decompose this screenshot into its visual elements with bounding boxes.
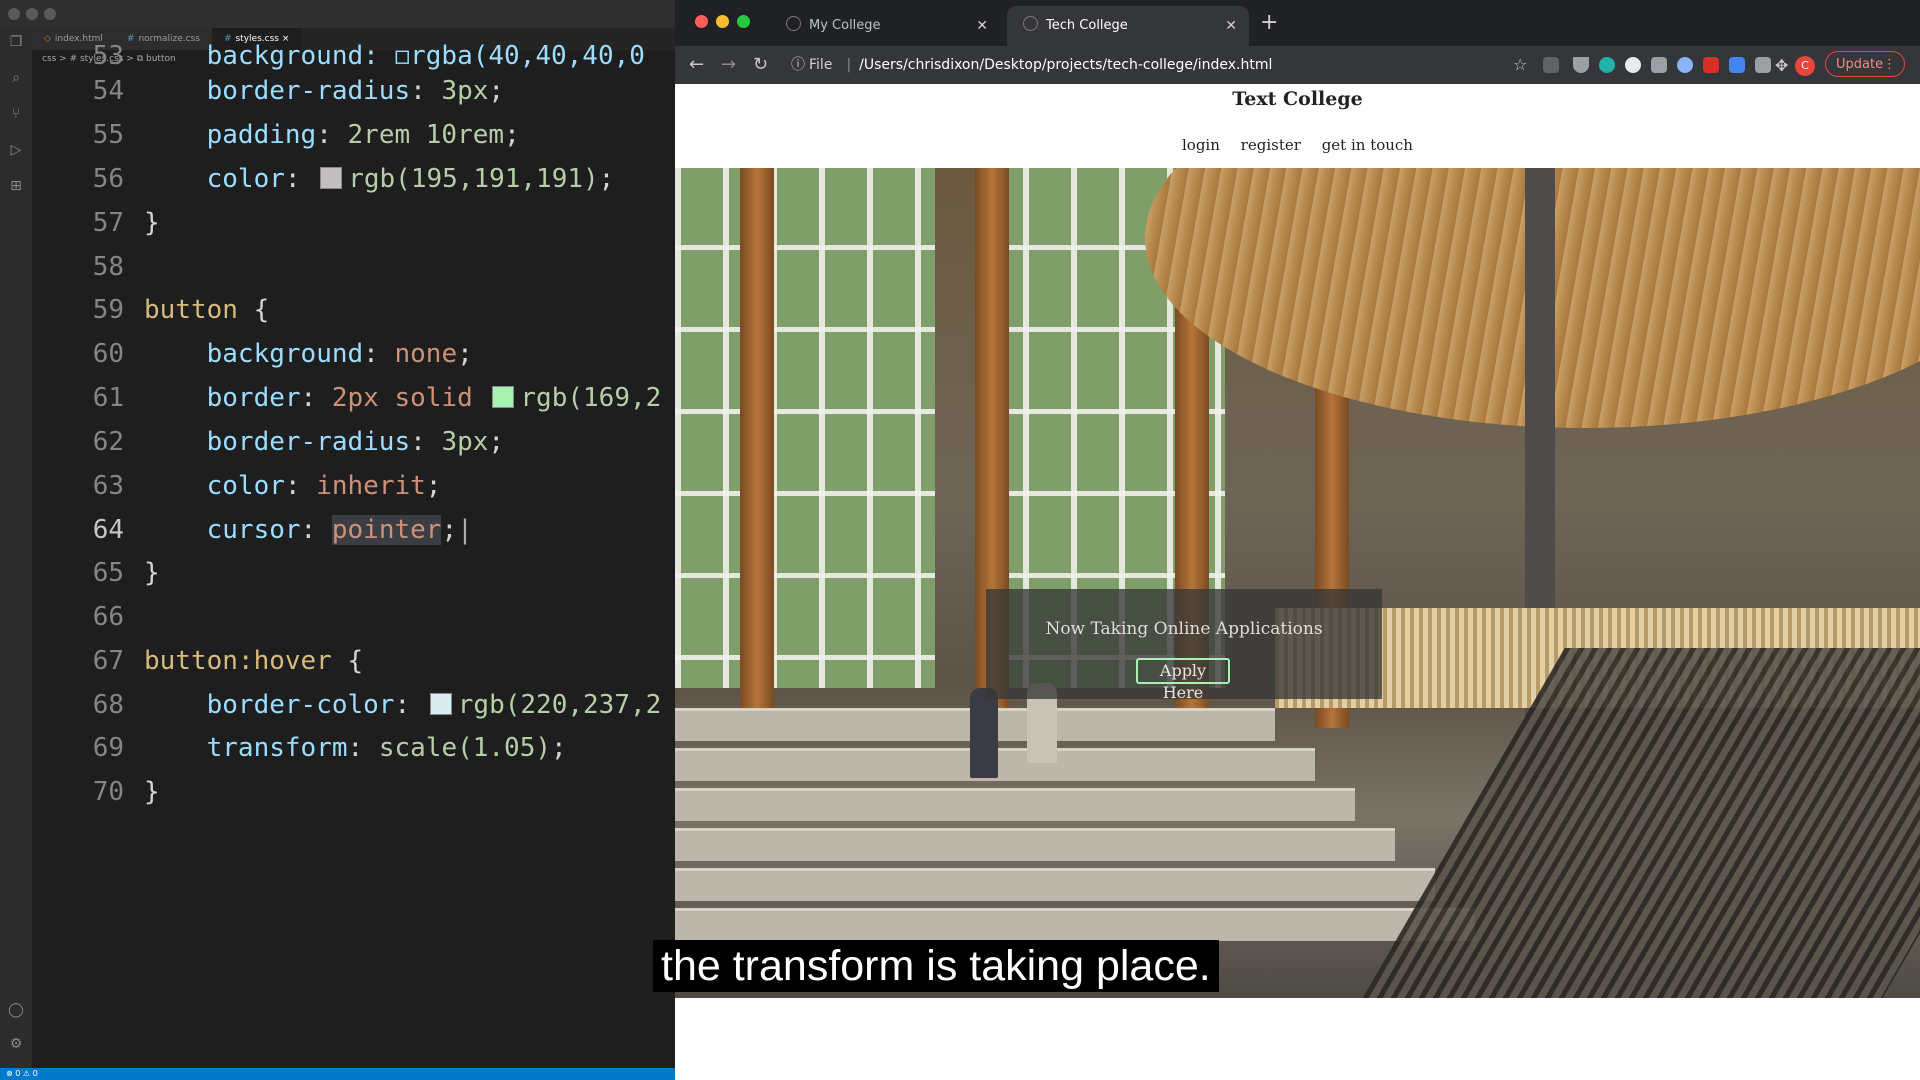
extensions-icon[interactable]: ⊞: [8, 178, 24, 194]
extensions-puzzle-icon[interactable]: ✥: [1775, 54, 1788, 78]
activity-bar: ❐ ⌕ ⑂ ▷ ⊞ ◯ ⚙: [0, 28, 32, 1068]
nav-link-register[interactable]: register: [1241, 136, 1301, 154]
editor-titlebar: [0, 0, 675, 28]
profile-avatar[interactable]: C: [1795, 56, 1815, 76]
search-icon[interactable]: ⌕: [8, 70, 24, 86]
new-tab-button[interactable]: +: [1260, 10, 1278, 35]
explorer-icon[interactable]: ❐: [8, 34, 24, 50]
extension-vue-icon[interactable]: [1573, 57, 1589, 73]
extension-teal-icon[interactable]: [1599, 57, 1615, 73]
code-line: 67 button:hover {: [92, 646, 364, 676]
code-line: 62 border-radius: 3px;: [92, 427, 505, 457]
extension-pen-icon[interactable]: [1543, 57, 1559, 73]
hero-windows: [675, 168, 935, 688]
code-line: 59 button {: [92, 295, 270, 325]
status-bar[interactable]: ⊗ 0 ⚠ 0: [0, 1068, 675, 1080]
editor-close-button[interactable]: [8, 8, 20, 20]
browser-tabstrip: My College ✕ Tech College ✕ +: [675, 0, 1920, 46]
tab-my-college[interactable]: My College ✕: [770, 6, 1000, 46]
video-caption: the transform is taking place.: [653, 940, 1219, 992]
menu-dots-icon[interactable]: ⋮: [1883, 52, 1896, 78]
browser-window: My College ✕ Tech College ✕ + ← → ↻ ⓘ File |…: [675, 0, 1920, 1080]
hero-step: [675, 868, 1435, 901]
info-icon[interactable]: ⓘ: [791, 57, 805, 73]
forward-arrow-icon[interactable]: →: [721, 53, 736, 77]
code-line: 56 color: rgb(195,191,191);: [92, 164, 615, 194]
code-line: 63 color: inherit;: [92, 471, 442, 501]
hero-image: Now Taking Online Applications Apply Her…: [675, 168, 1920, 998]
extension-screen-icon[interactable]: [1729, 57, 1745, 73]
code-line: 66: [92, 602, 124, 632]
editor-maximize-button[interactable]: [44, 8, 56, 20]
close-window-button[interactable]: [695, 15, 708, 28]
hero-tagline: Now Taking Online Applications: [1045, 619, 1323, 639]
hero-pillar: [740, 168, 774, 728]
hero-step: [675, 828, 1395, 861]
site-title: Text College: [1232, 88, 1363, 110]
code-line: 70}: [92, 777, 160, 807]
account-icon[interactable]: ◯: [8, 1002, 24, 1018]
extension-blue-icon[interactable]: [1677, 57, 1693, 73]
hero-step: [675, 788, 1355, 821]
code-area[interactable]: 53 background: ◻rgba(40,40,40,0 54 borde…: [32, 41, 675, 1060]
code-line-current: 64 cursor: pointer;|: [92, 515, 473, 545]
editor-minimize-button[interactable]: [26, 8, 38, 20]
settings-gear-icon[interactable]: ⚙: [8, 1036, 24, 1052]
hero-overlay: Now Taking Online Applications Apply Her…: [986, 589, 1382, 702]
code-line: 60 background: none;: [92, 339, 473, 369]
update-button[interactable]: Update ⋮: [1825, 51, 1905, 77]
extension-doc-icon[interactable]: [1755, 57, 1771, 73]
tab-close-icon[interactable]: ✕: [1225, 6, 1237, 46]
maximize-window-button[interactable]: [737, 15, 750, 28]
code-line: 68 border-color: rgb(220,237,2: [92, 690, 662, 720]
color-swatch[interactable]: [429, 693, 452, 715]
color-swatch[interactable]: [320, 167, 343, 189]
browser-toolbar: ← → ↻ ⓘ File |/Users/chrisdixon/Desktop/pr…: [675, 46, 1920, 84]
site-nav: login register get in touch: [675, 136, 1920, 154]
color-swatch[interactable]: [492, 386, 515, 408]
hero-person: [970, 688, 998, 778]
code-line: 54 border-radius: 3px;: [92, 76, 505, 106]
code-line: 58: [92, 252, 124, 282]
code-editor-window: ❐ ⌕ ⑂ ▷ ⊞ ◯ ⚙ ◇ index.html # normalize.css…: [0, 0, 675, 1080]
tab-close-icon[interactable]: ✕: [976, 6, 988, 46]
web-page: Text College login register get in touch: [675, 84, 1920, 1080]
address-bar[interactable]: ⓘ File |/Users/chrisdixon/Desktop/projects…: [785, 50, 1527, 80]
apply-here-button[interactable]: Apply Here: [1136, 658, 1230, 702]
extension-circle-icon[interactable]: [1625, 57, 1641, 73]
tab-tech-college[interactable]: Tech College ✕: [1007, 6, 1249, 46]
code-line: 69 transform: scale(1.05);: [92, 733, 567, 763]
hero-step: [675, 908, 1475, 941]
nav-link-login[interactable]: login: [1182, 136, 1220, 154]
run-debug-icon[interactable]: ▷: [8, 142, 24, 158]
extension-red-icon[interactable]: [1703, 57, 1719, 73]
minimize-window-button[interactable]: [716, 15, 729, 28]
code-line: 53 background: ◻rgba(40,40,40,0: [92, 41, 645, 71]
code-line: 65}: [92, 558, 160, 588]
favicon-icon: [1023, 16, 1038, 31]
favicon-icon: [786, 16, 801, 31]
nav-link-get-in-touch[interactable]: get in touch: [1322, 136, 1413, 154]
back-arrow-icon[interactable]: ←: [689, 53, 704, 77]
reload-icon[interactable]: ↻: [753, 53, 768, 77]
code-line: 55 padding: 2rem 10rem;: [92, 120, 520, 150]
source-control-icon[interactable]: ⑂: [8, 106, 24, 122]
extension-gear-icon[interactable]: [1651, 57, 1667, 73]
bookmark-star-icon[interactable]: ☆: [1513, 50, 1527, 80]
code-line: 57}: [92, 208, 160, 238]
code-line: 61 border: 2px solid rgb(169,2: [92, 383, 662, 413]
